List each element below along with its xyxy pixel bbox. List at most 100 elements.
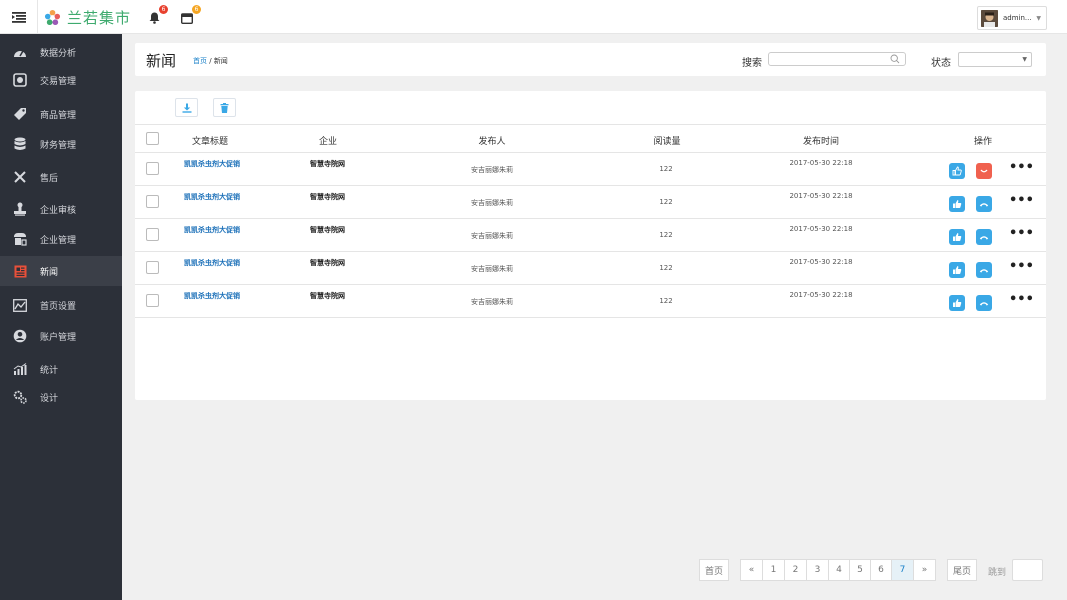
sidebar-item-news[interactable]: 新闻 xyxy=(0,256,122,286)
dashboard-icon xyxy=(0,46,40,58)
publish-time: 2017-05-30 22:18 xyxy=(789,291,853,299)
brand-name: 兰若集市 xyxy=(67,9,132,27)
row-checkbox[interactable] xyxy=(146,228,159,241)
prev-page-button[interactable]: « xyxy=(740,559,763,581)
notifications-badge: 6 xyxy=(159,5,168,14)
more-options-icon[interactable]: ••• xyxy=(1009,293,1034,306)
like-button[interactable] xyxy=(949,196,965,212)
last-page-button[interactable]: 尾页 xyxy=(947,559,977,581)
account-icon xyxy=(0,329,40,343)
page-button-2[interactable]: 2 xyxy=(784,559,807,581)
like-button[interactable] xyxy=(949,163,965,179)
page-button-3[interactable]: 3 xyxy=(806,559,829,581)
sidebar-item-design[interactable]: 设计 xyxy=(0,382,122,412)
read-count: 122 xyxy=(659,264,673,272)
sidebar-item-label: 企业管理 xyxy=(40,235,77,246)
row-checkbox[interactable] xyxy=(146,294,159,307)
chevron-down-icon: ▼ xyxy=(1022,56,1027,63)
messages-badge: 6 xyxy=(192,5,201,14)
read-count: 122 xyxy=(659,198,673,206)
status-select[interactable]: ▼ xyxy=(958,52,1032,67)
phone-hangup-icon xyxy=(979,269,989,273)
next-page-button[interactable]: » xyxy=(913,559,936,581)
thumbs-up-icon xyxy=(953,299,962,307)
user-menu[interactable]: admin... ▼ xyxy=(977,6,1047,30)
column-header-publisher: 发布人 xyxy=(478,137,506,147)
sidebar-item-label: 统计 xyxy=(40,365,59,376)
publish-time: 2017-05-30 22:18 xyxy=(789,258,853,266)
hangup-button[interactable] xyxy=(976,295,992,311)
sidebar-item-statistics[interactable]: 统计 xyxy=(0,354,122,384)
first-page-button[interactable]: 首页 xyxy=(699,559,729,581)
breadcrumb-current: 新闻 xyxy=(213,57,228,65)
page-button-1[interactable]: 1 xyxy=(762,559,785,581)
top-bar: 兰若集市 6 6 admin... ▼ xyxy=(0,0,1067,34)
chevron-down-icon: ▼ xyxy=(1036,15,1041,22)
article-title-link[interactable]: 凯凯杀虫剂大促销 xyxy=(184,225,240,235)
like-button[interactable] xyxy=(949,295,965,311)
page-button-4[interactable]: 4 xyxy=(828,559,850,581)
more-options-icon[interactable]: ••• xyxy=(1009,194,1034,207)
jump-page-input[interactable] xyxy=(1012,559,1043,581)
hangup-button[interactable] xyxy=(976,196,992,212)
article-title-link[interactable]: 凯凯杀虫剂大促销 xyxy=(184,291,240,301)
select-all-checkbox[interactable] xyxy=(146,132,159,145)
sidebar-item-enterprise-review[interactable]: 企业审核 xyxy=(0,194,122,224)
breadcrumb: 首页 / 新闻 xyxy=(193,56,228,66)
page-button-5[interactable]: 5 xyxy=(849,559,871,581)
more-options-icon[interactable]: ••• xyxy=(1009,260,1034,273)
hangup-button[interactable] xyxy=(976,262,992,278)
sidebar-item-after-sales[interactable]: 售后 xyxy=(0,162,122,192)
publish-time: 2017-05-30 22:18 xyxy=(789,225,853,233)
notifications-button[interactable]: 6 xyxy=(145,5,168,27)
database-icon xyxy=(0,137,40,151)
more-options-icon[interactable]: ••• xyxy=(1009,161,1034,174)
calendar-icon xyxy=(181,12,193,24)
row-checkbox[interactable] xyxy=(146,162,159,175)
news-table: 文章标题 企业 发布人 阅读量 发布时间 操作 凯凯杀虫剂大促销 智慧寺院网 安… xyxy=(135,124,1046,318)
sidebar-item-label: 数据分析 xyxy=(40,48,77,59)
messages-button[interactable]: 6 xyxy=(178,5,201,27)
row-checkbox[interactable] xyxy=(146,195,159,208)
column-header-time: 发布时间 xyxy=(802,137,840,147)
sidebar-item-enterprise-management[interactable]: 企业管理 xyxy=(0,224,122,254)
column-header-reads: 阅读量 xyxy=(653,137,681,147)
row-checkbox[interactable] xyxy=(146,261,159,274)
like-button[interactable] xyxy=(949,262,965,278)
news-icon xyxy=(0,265,40,278)
sidebar: 数据分析 交易管理 商品管理 财务管理 售后 企业审核 企业管理 新闻 首页设置… xyxy=(0,34,122,600)
logo[interactable]: 兰若集市 xyxy=(44,7,131,28)
user-name: admin... xyxy=(1003,14,1032,22)
menu-toggle-button[interactable] xyxy=(0,0,38,34)
article-title-link[interactable]: 凯凯杀虫剂大促销 xyxy=(184,159,240,169)
enterprise-name: 智慧寺院网 xyxy=(310,259,345,267)
like-button[interactable] xyxy=(949,229,965,245)
breadcrumb-home-link[interactable]: 首页 xyxy=(193,57,207,65)
sidebar-item-account-management[interactable]: 账户管理 xyxy=(0,321,122,351)
download-button[interactable] xyxy=(175,98,198,117)
flower-logo-icon xyxy=(44,9,61,26)
sidebar-item-homepage-settings[interactable]: 首页设置 xyxy=(0,290,122,320)
search-icon[interactable] xyxy=(890,54,900,64)
menu-icon xyxy=(11,11,26,23)
more-options-icon[interactable]: ••• xyxy=(1009,227,1034,240)
sidebar-item-products[interactable]: 商品管理 xyxy=(0,99,122,129)
sidebar-item-transactions[interactable]: 交易管理 xyxy=(0,65,122,95)
delete-button[interactable] xyxy=(213,98,236,117)
dislike-button[interactable] xyxy=(976,163,992,179)
page-button-7[interactable]: 7 xyxy=(891,559,914,581)
page-button-6[interactable]: 6 xyxy=(870,559,892,581)
article-title-link[interactable]: 凯凯杀虫剂大促销 xyxy=(184,192,240,202)
trash-icon xyxy=(220,102,229,113)
sidebar-item-data-analysis[interactable]: 数据分析 xyxy=(0,37,122,67)
publisher-name: 安吉丽娜朱莉 xyxy=(471,232,513,240)
store-icon xyxy=(0,232,40,246)
article-title-link[interactable]: 凯凯杀虫剂大促销 xyxy=(184,258,240,268)
search-input[interactable] xyxy=(768,52,906,66)
gears-icon xyxy=(0,390,40,404)
search-label: 搜索 xyxy=(742,58,762,69)
sidebar-item-finance[interactable]: 财务管理 xyxy=(0,129,122,159)
enterprise-name: 智慧寺院网 xyxy=(310,292,345,300)
hangup-button[interactable] xyxy=(976,229,992,245)
sidebar-item-label: 企业审核 xyxy=(40,205,77,216)
